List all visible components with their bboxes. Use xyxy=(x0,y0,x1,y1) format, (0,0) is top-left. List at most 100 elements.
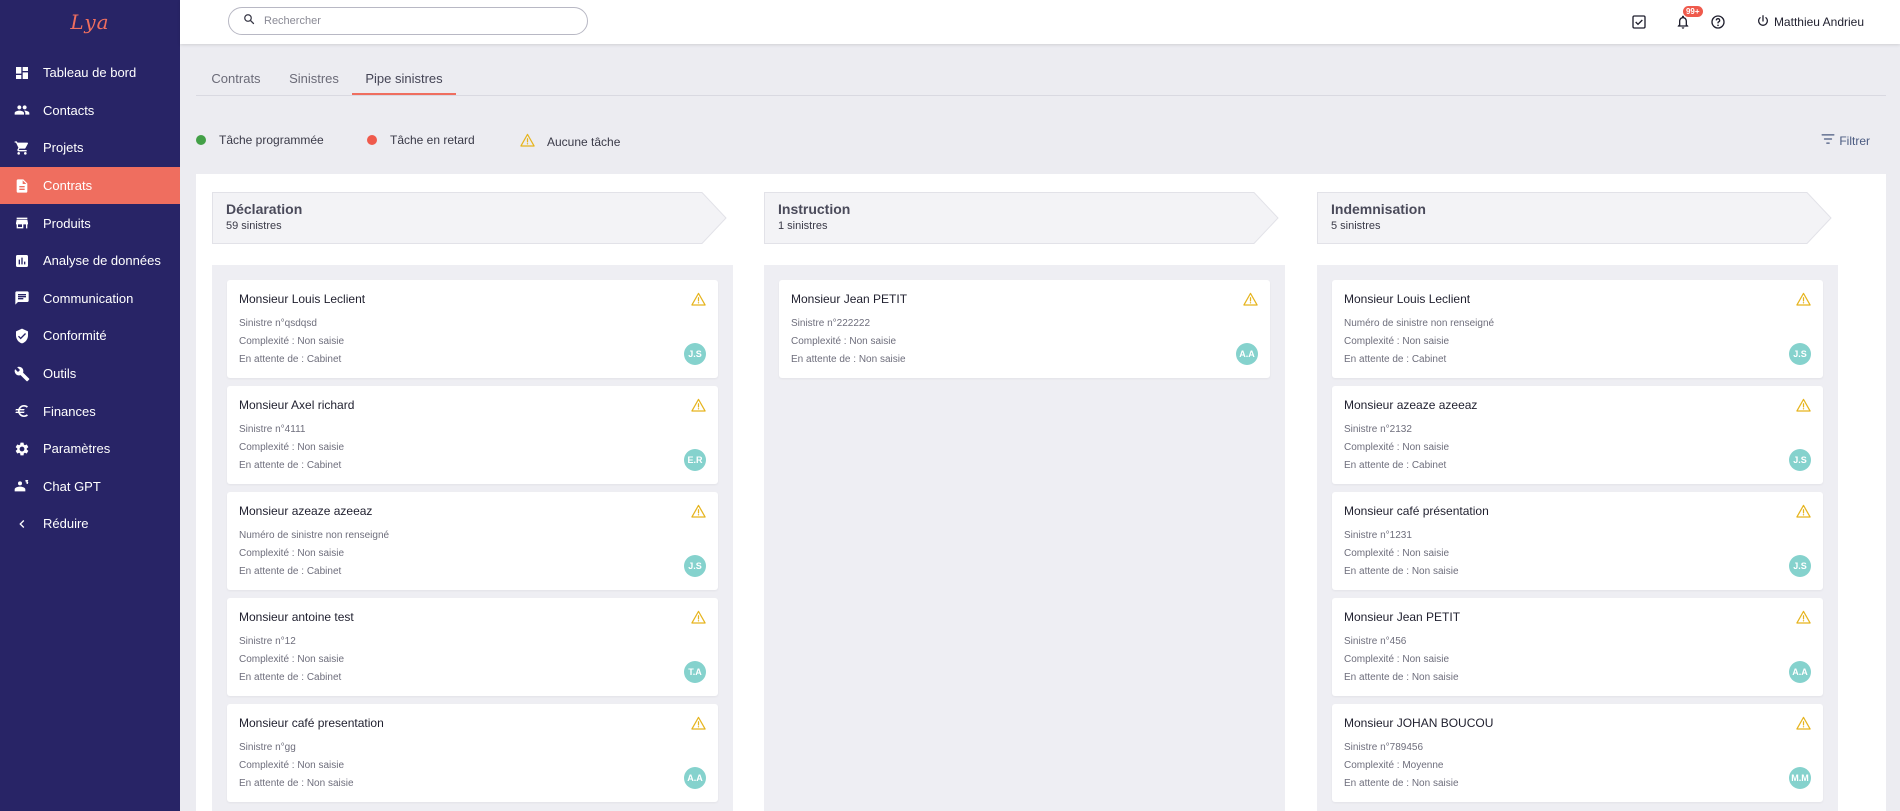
claim-card[interactable]: Monsieur JOHAN BOUCOU Sinistre n°789456 … xyxy=(1332,704,1823,802)
tools-icon xyxy=(14,366,30,382)
stage-title: Indemnisation xyxy=(1331,201,1426,217)
claim-complexity: Complexité : Non saisie xyxy=(239,336,345,347)
stage-title: Déclaration xyxy=(226,201,303,217)
task-checkbox-icon[interactable] xyxy=(1631,14,1647,30)
claim-number: Sinistre n°gg xyxy=(239,742,296,753)
sidebar-item-parametres[interactable]: Paramètres xyxy=(0,430,180,468)
shield-check-icon xyxy=(14,328,30,344)
sidebar-item-label: Analyse de données xyxy=(43,253,161,269)
claim-number: Numéro de sinistre non renseigné xyxy=(239,530,390,541)
stage-arrow-shape xyxy=(1317,192,1832,244)
sidebar-item-label: Contacts xyxy=(43,102,95,118)
warning-icon xyxy=(691,716,706,735)
legend: Tâche programmée Tâche en retard Aucune … xyxy=(196,130,1886,152)
claim-card[interactable]: Monsieur Jean PETIT Sinistre n°222222 Co… xyxy=(779,280,1270,378)
claim-number: Sinistre n°789456 xyxy=(1344,742,1424,753)
avatar[interactable]: J.S xyxy=(684,343,706,365)
sidebar-item-projets[interactable]: Projets xyxy=(0,129,180,167)
claim-number: Sinistre n°qsdqsd xyxy=(239,318,317,329)
claim-complexity: Complexité : Moyenne xyxy=(1344,760,1444,771)
avatar[interactable]: M.M xyxy=(1789,767,1811,789)
claim-card[interactable]: Monsieur Axel richard Sinistre n°4111 Co… xyxy=(227,386,718,484)
sidebar-item-analyse-de-donnees[interactable]: Analyse de données xyxy=(0,242,180,280)
sidebar-item-produits[interactable]: Produits xyxy=(0,204,180,242)
claim-complexity: Complexité : Non saisie xyxy=(239,654,345,665)
claim-card[interactable]: Monsieur Jean PETIT Sinistre n°456 Compl… xyxy=(1332,598,1823,696)
avatar[interactable]: J.S xyxy=(684,555,706,577)
chat-gpt-icon xyxy=(14,478,30,494)
warning-icon xyxy=(1796,504,1811,523)
tab-pipe-sinistres[interactable]: Pipe sinistres xyxy=(352,62,456,95)
claim-card[interactable]: Monsieur azeaze azeeaz Sinistre n°2132 C… xyxy=(1332,386,1823,484)
claim-waiting: En attente de : Cabinet xyxy=(239,672,342,683)
red-dot-icon xyxy=(367,135,377,145)
cart-icon xyxy=(14,140,30,156)
claim-number: Sinistre n°1231 xyxy=(1344,530,1412,541)
tab-contrats[interactable]: Contrats xyxy=(209,62,263,95)
avatar[interactable]: A.A xyxy=(684,767,706,789)
sidebar-item-label: Conformité xyxy=(43,328,107,344)
green-dot-icon xyxy=(196,135,206,145)
claim-card[interactable]: Monsieur azeaze azeeaz Numéro de sinistr… xyxy=(227,492,718,590)
help-icon[interactable] xyxy=(1710,14,1726,30)
claim-card[interactable]: Monsieur Louis Leclient Sinistre n°qsdqs… xyxy=(227,280,718,378)
stage-arrow-shape xyxy=(212,192,727,244)
sidebar-item-outils[interactable]: Outils xyxy=(0,355,180,393)
logo[interactable]: Lya xyxy=(0,0,180,44)
stage-count: 1 sinistres xyxy=(778,220,828,232)
claim-waiting: En attente de : Non saisie xyxy=(1344,566,1459,577)
sidebar-item-conformite[interactable]: Conformité xyxy=(0,317,180,355)
claim-name: Monsieur JOHAN BOUCOU xyxy=(1344,716,1494,730)
chevron-left-icon xyxy=(14,516,30,532)
document-icon xyxy=(14,178,30,194)
chat-icon xyxy=(14,290,30,306)
avatar[interactable]: J.S xyxy=(1789,343,1811,365)
claim-complexity: Complexité : Non saisie xyxy=(239,548,345,559)
avatar[interactable]: J.S xyxy=(1789,449,1811,471)
dashboard-icon xyxy=(14,65,30,81)
sidebar-item-tableau-de-bord[interactable]: Tableau de bord xyxy=(0,54,180,92)
tab-sinistres[interactable]: Sinistres xyxy=(287,62,341,95)
sidebar-item-communication[interactable]: Communication xyxy=(0,280,180,318)
sidebar-item-contacts[interactable]: Contacts xyxy=(0,92,180,130)
sidebar-item-chat-gpt[interactable]: Chat GPT xyxy=(0,468,180,506)
sidebar-item-contrats[interactable]: Contrats xyxy=(0,166,180,205)
claim-card[interactable]: Monsieur café présentation Sinistre n°12… xyxy=(1332,492,1823,590)
avatar[interactable]: E.R xyxy=(684,449,706,471)
column-indemnisation: Monsieur Louis Leclient Numéro de sinist… xyxy=(1317,265,1838,811)
filter-button[interactable]: Filtrer xyxy=(1821,133,1870,148)
claim-number: Numéro de sinistre non renseigné xyxy=(1344,318,1495,329)
claim-number: Sinistre n°12 xyxy=(239,636,296,647)
claim-card[interactable]: Monsieur café presentation Sinistre n°gg… xyxy=(227,704,718,802)
sidebar-item-reduire[interactable]: Réduire xyxy=(0,505,180,543)
analytics-icon xyxy=(14,253,30,269)
claim-name: Monsieur antoine test xyxy=(239,610,354,624)
store-icon xyxy=(14,215,30,231)
sidebar-item-finances[interactable]: Finances xyxy=(0,392,180,430)
claim-card[interactable]: Monsieur antoine test Sinistre n°12 Comp… xyxy=(227,598,718,696)
claim-number: Sinistre n°456 xyxy=(1344,636,1407,647)
avatar[interactable]: A.A xyxy=(1789,661,1811,683)
user-name: Matthieu Andrieu xyxy=(1773,15,1864,29)
pipeline-board: Déclaration 59 sinistres Instruction 1 s… xyxy=(196,174,1886,811)
column-instruction: Monsieur Jean PETIT Sinistre n°222222 Co… xyxy=(764,265,1285,811)
tabs-bar: Contrats Sinistres Pipe sinistres xyxy=(196,62,1886,96)
legend-none: Aucune tâche xyxy=(520,133,620,150)
avatar[interactable]: A.A xyxy=(1236,343,1258,365)
column-declaration: Monsieur Louis Leclient Sinistre n°qsdqs… xyxy=(212,265,733,811)
notification-bell-icon[interactable]: 99+ xyxy=(1675,6,1703,30)
sidebar-item-label: Finances xyxy=(43,403,96,419)
avatar[interactable]: T.A xyxy=(684,661,706,683)
claim-card[interactable]: Monsieur Louis Leclient Numéro de sinist… xyxy=(1332,280,1823,378)
sidebar: Lya Tableau de bord Contacts Projets Con… xyxy=(0,0,180,811)
user-menu[interactable]: Matthieu Andrieu xyxy=(1756,14,1864,31)
search-input[interactable] xyxy=(264,15,564,27)
sidebar-item-label: Chat GPT xyxy=(43,478,101,494)
legend-late-label: Tâche en retard xyxy=(390,133,475,147)
search-box[interactable] xyxy=(228,7,588,35)
filter-label: Filtrer xyxy=(1839,133,1870,148)
warning-icon xyxy=(1796,398,1811,417)
avatar[interactable]: J.S xyxy=(1789,555,1811,577)
claim-complexity: Complexité : Non saisie xyxy=(239,442,345,453)
claim-name: Monsieur Jean PETIT xyxy=(1344,610,1461,624)
